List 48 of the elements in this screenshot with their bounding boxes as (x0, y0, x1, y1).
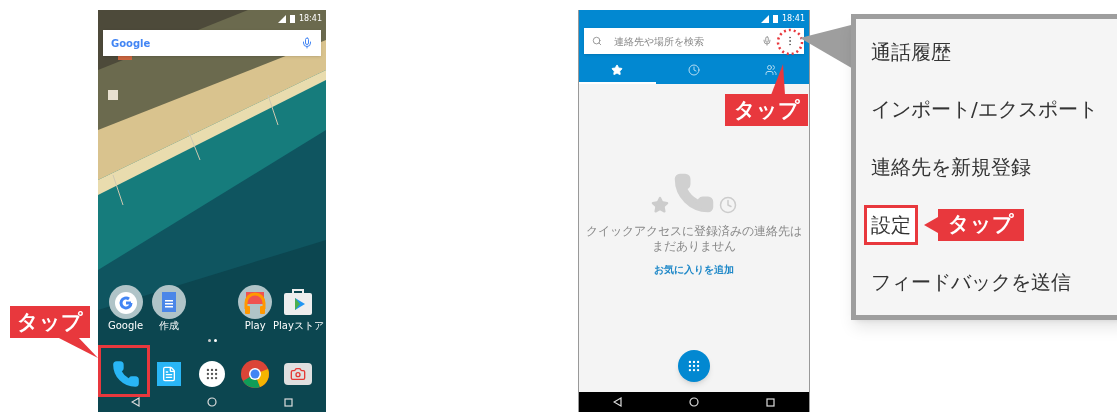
signal-icon (760, 15, 769, 23)
search-icon[interactable] (592, 36, 602, 46)
highlight-frame (98, 345, 150, 397)
app-label: Google (107, 321, 144, 331)
battery-icon (772, 15, 778, 23)
phone-icon (673, 172, 715, 214)
menu-item[interactable]: 設定 (864, 204, 918, 245)
phone-icon[interactable] (111, 360, 140, 388)
page-indicator-icon (207, 339, 217, 342)
home-icon[interactable] (689, 397, 699, 407)
menu-item[interactable]: インポート/エクスポート (864, 89, 1105, 130)
callout-label: タップ (725, 94, 808, 126)
app-label: Playストア (272, 321, 324, 331)
headphones-app-icon[interactable] (238, 285, 273, 319)
document-app-icon[interactable] (151, 285, 186, 319)
home-icon[interactable] (207, 397, 217, 407)
search-placeholder: 連絡先や場所を検索 (614, 34, 705, 49)
highlight-circle (776, 28, 804, 56)
back-icon[interactable] (131, 397, 141, 407)
mic-icon[interactable] (301, 37, 313, 49)
back-icon[interactable] (612, 397, 622, 407)
dialpad-button[interactable] (678, 350, 710, 382)
status-time: 18:41 (298, 15, 322, 23)
clock-icon (688, 64, 700, 76)
google-app-icon[interactable] (108, 285, 143, 319)
camera-icon[interactable] (284, 363, 313, 385)
google-logo: Google (111, 36, 151, 51)
star-icon (611, 64, 624, 76)
recents-icon[interactable] (283, 397, 293, 407)
browser-icon[interactable] (240, 359, 271, 389)
menu-item[interactable]: フィードバックを送信 (864, 262, 1078, 303)
star-icon (651, 196, 669, 214)
empty-message: クイックアクセスに登録済みの連絡先はまだありません (585, 224, 803, 254)
messages-icon[interactable] (156, 362, 181, 386)
recents-icon[interactable] (766, 397, 776, 407)
add-favorites-link[interactable]: お気に入りを追加 (654, 262, 734, 277)
battery-icon (289, 15, 295, 23)
search-bar[interactable]: Google (103, 30, 321, 56)
search-bar[interactable]: 連絡先や場所を検索 (584, 28, 804, 54)
dialpad-icon (687, 359, 701, 373)
status-time: 18:41 (781, 15, 805, 23)
signal-icon (277, 15, 286, 23)
menu-item[interactable]: 通話履歴 (864, 31, 958, 72)
people-icon (764, 64, 777, 76)
menu-item[interactable]: 連絡先を新規登録 (864, 147, 1038, 187)
clock-icon (719, 196, 737, 214)
app-label: 作成 (158, 321, 179, 331)
app-label: Play (244, 321, 266, 331)
